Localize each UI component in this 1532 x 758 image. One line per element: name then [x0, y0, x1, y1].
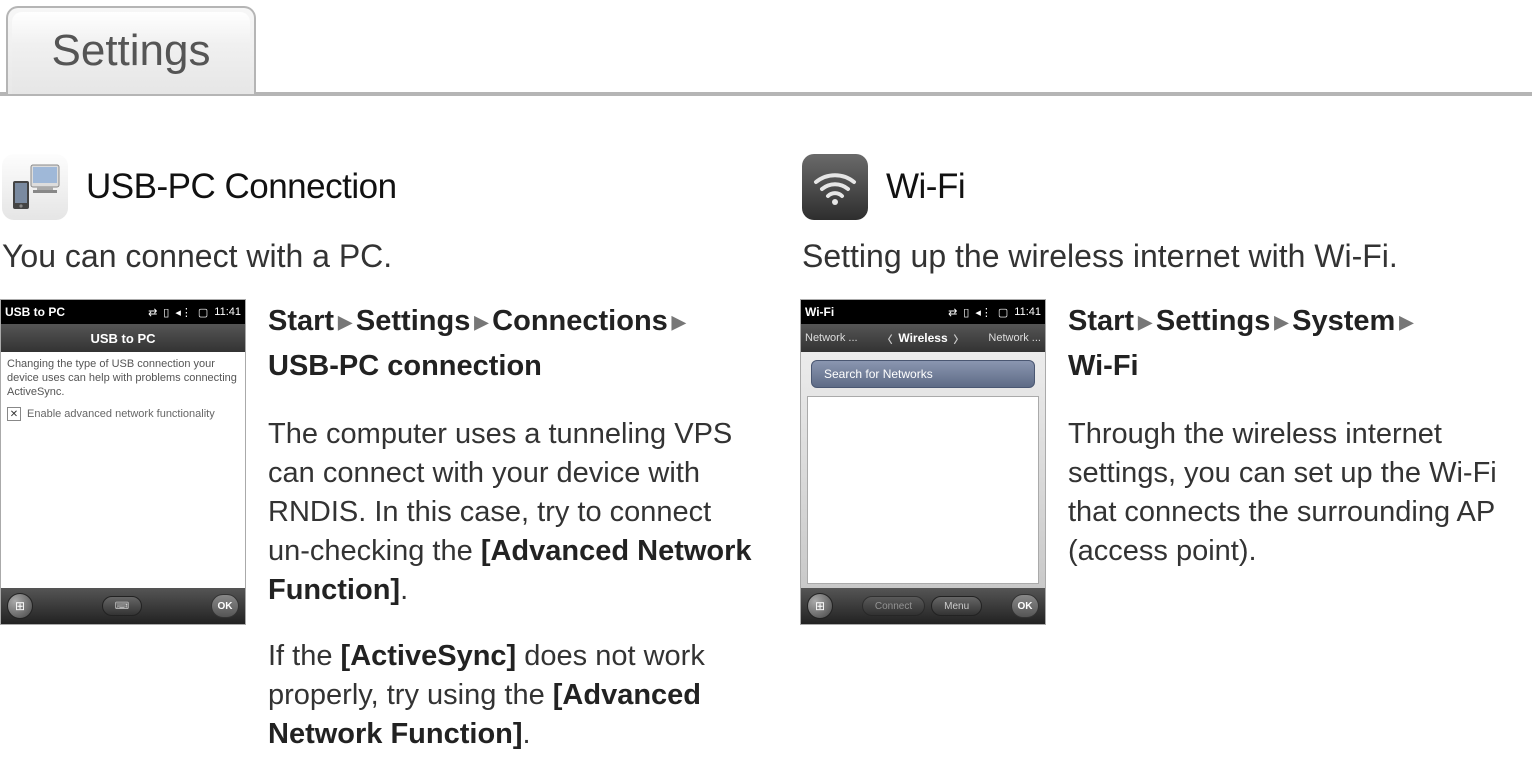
chevron-right-icon: 〉: [954, 331, 964, 346]
start-button[interactable]: ⊞: [7, 593, 33, 619]
ok-button[interactable]: OK: [211, 594, 239, 618]
speaker-icon: ◂⋮: [175, 306, 192, 319]
usb-section-head: USB-PC Connection: [2, 154, 760, 220]
header: Settings: [0, 0, 1532, 100]
content-columns: USB-PC Connection You can connect with a…: [0, 100, 1532, 754]
usb-status-title: USB to PC: [5, 305, 65, 319]
settings-tab: Settings: [6, 6, 256, 94]
usb-row: USB to PC ⇄ ▯ ◂⋮ ▢ 11:41 USB to PC Chang…: [0, 299, 760, 754]
wifi-statusbar: Wi-Fi ⇄ ▯ ◂⋮ ▢ 11:41: [801, 300, 1045, 324]
wifi-para: Through the wireless internet settings, …: [1068, 415, 1532, 572]
path-seg: Connections: [492, 305, 668, 337]
signal-icon: ⇄: [948, 306, 957, 319]
windows-icon: ⊞: [815, 599, 825, 613]
speaker-icon: ◂⋮: [975, 306, 992, 319]
wifi-softbar: ⊞ Connect Menu OK: [801, 588, 1045, 624]
wifi-screenshot: Wi-Fi ⇄ ▯ ◂⋮ ▢ 11:41 Network ... 〈 Wirel…: [800, 299, 1046, 625]
wifi-column: Wi-Fi Setting up the wireless internet w…: [800, 140, 1532, 754]
usb-para1: The computer uses a tunneling VPS can co…: [268, 415, 760, 611]
checkbox-icon[interactable]: ✕: [7, 407, 21, 421]
ok-button[interactable]: OK: [1011, 594, 1039, 618]
wifi-section-title: Wi-Fi: [886, 167, 965, 207]
connect-button[interactable]: Connect: [862, 596, 925, 616]
triangle-icon: ▶: [1270, 312, 1292, 332]
usb-para2: If the [ActiveSync] does not work proper…: [268, 637, 760, 754]
wifi-status-title: Wi-Fi: [805, 305, 834, 319]
signal-icon: ⇄: [148, 306, 157, 319]
wifi-tab-bar: Network ... 〈 Wireless 〉 Network ...: [801, 324, 1045, 352]
usb-checkbox-row[interactable]: ✕ Enable advanced network functionality: [1, 403, 245, 425]
wifi-intro: Setting up the wireless internet with Wi…: [802, 238, 1532, 275]
usb-path: Start▶Settings▶Connections▶USB-PC connec…: [268, 299, 760, 389]
path-seg: Start: [268, 305, 334, 337]
wifi-section-head: Wi-Fi: [802, 154, 1532, 220]
battery-icon: ▢: [998, 306, 1008, 319]
tab-right[interactable]: Network ...: [988, 332, 1041, 344]
usb-statusbar: USB to PC ⇄ ▯ ◂⋮ ▢ 11:41: [1, 300, 245, 324]
networks-list-panel: [807, 396, 1039, 584]
wifi-instructions: Start▶Settings▶System▶Wi-Fi Through the …: [1068, 299, 1532, 625]
tab-center-label: Wireless: [898, 331, 947, 345]
search-networks-label: Search for Networks: [824, 367, 933, 381]
antenna-icon: ▯: [963, 306, 969, 319]
wifi-row: Wi-Fi ⇄ ▯ ◂⋮ ▢ 11:41 Network ... 〈 Wirel…: [800, 299, 1532, 625]
triangle-icon: ▶: [1395, 312, 1417, 332]
wifi-path: Start▶Settings▶System▶Wi-Fi: [1068, 299, 1532, 389]
search-networks-button[interactable]: Search for Networks: [811, 360, 1035, 388]
usb-checkbox-label: Enable advanced network functionality: [27, 408, 215, 420]
antenna-icon: ▯: [163, 306, 169, 319]
menu-label: Menu: [944, 601, 969, 612]
wifi-device-body: Search for Networks: [801, 352, 1045, 588]
connect-label: Connect: [875, 601, 912, 612]
path-seg: System: [1292, 305, 1395, 337]
usb-pc-icon: [2, 154, 68, 220]
triangle-icon: ▶: [1134, 312, 1156, 332]
usb-status-time: 11:41: [214, 306, 241, 318]
path-seg: Settings: [1156, 305, 1270, 337]
usb-status-right: ⇄ ▯ ◂⋮ ▢ 11:41: [148, 306, 241, 319]
path-seg: Settings: [356, 305, 470, 337]
wifi-icon: [802, 154, 868, 220]
text: If the: [268, 640, 341, 672]
chevron-left-icon: 〈: [882, 331, 892, 346]
wifi-status-right: ⇄ ▯ ◂⋮ ▢ 11:41: [948, 306, 1041, 319]
usb-softbar: ⊞ ⌨ OK: [1, 588, 245, 624]
usb-titlebar: USB to PC: [1, 324, 245, 352]
triangle-icon: ▶: [470, 312, 492, 332]
triangle-icon: ▶: [668, 312, 690, 332]
text: .: [523, 718, 531, 750]
text: .: [400, 574, 408, 606]
start-button[interactable]: ⊞: [807, 593, 833, 619]
keyboard-icon: ⌨: [115, 601, 129, 612]
usb-body-text: Changing the type of USB connection your…: [1, 352, 245, 403]
windows-icon: ⊞: [15, 599, 25, 613]
battery-icon: ▢: [198, 306, 208, 319]
settings-tab-label: Settings: [52, 26, 211, 76]
usb-section-title: USB-PC Connection: [86, 167, 397, 207]
path-seg: Start: [1068, 305, 1134, 337]
usb-screenshot: USB to PC ⇄ ▯ ◂⋮ ▢ 11:41 USB to PC Chang…: [0, 299, 246, 625]
path-seg: Wi-Fi: [1068, 350, 1139, 382]
tab-center[interactable]: 〈 Wireless 〉: [882, 331, 963, 346]
path-seg: USB-PC connection: [268, 350, 542, 382]
tab-left[interactable]: Network ...: [805, 332, 858, 344]
triangle-icon: ▶: [334, 312, 356, 332]
tab-right-label: Network ...: [988, 332, 1041, 344]
wifi-status-time: 11:41: [1014, 306, 1041, 318]
menu-button[interactable]: Menu: [931, 596, 982, 616]
usb-instructions: Start▶Settings▶Connections▶USB-PC connec…: [268, 299, 760, 754]
tab-left-label: Network ...: [805, 332, 858, 344]
keyboard-button[interactable]: ⌨: [102, 596, 142, 616]
text-bold: [ActiveSync]: [341, 640, 517, 672]
usb-device-body: Changing the type of USB connection your…: [1, 352, 245, 588]
usb-intro: You can connect with a PC.: [2, 238, 760, 275]
usb-column: USB-PC Connection You can connect with a…: [0, 140, 760, 754]
